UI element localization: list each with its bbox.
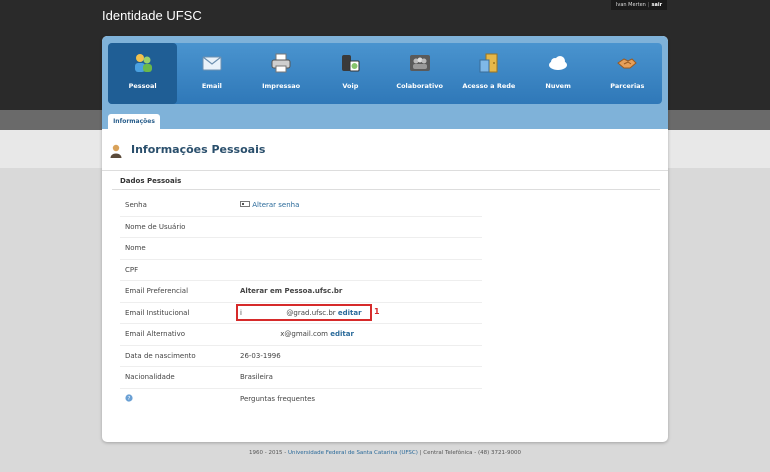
nav-item-colaborativo[interactable]: Colaborativo <box>385 43 454 104</box>
network-access-icon <box>477 51 501 75</box>
user-name: Ivan Merten <box>615 2 646 8</box>
help-icon: ? <box>125 394 133 404</box>
field-label: Email Preferencial <box>125 287 189 296</box>
highlight-box <box>236 304 372 321</box>
nav-item-acesso-a-rede[interactable]: Acesso a Rede <box>454 43 523 104</box>
nav-item-label: Voip <box>342 82 359 90</box>
nav-item-email[interactable]: Email <box>177 43 246 104</box>
field-value: Alterar senha <box>240 201 299 209</box>
group-icon <box>408 51 432 75</box>
handshake-icon <box>615 51 639 75</box>
nav-item-voip[interactable]: Voip <box>316 43 385 104</box>
nav-item-label: Nuvem <box>545 82 571 90</box>
row-faq: ? Perguntas frequentes <box>120 389 482 411</box>
svg-text:?: ? <box>128 396 131 402</box>
row-email-alternativo: Email Alternativo x@gmail.com editar <box>120 324 482 346</box>
footer: 1960 - 2015 - Universidade Federal de Sa… <box>0 450 770 456</box>
faq-link[interactable]: Perguntas frequentes <box>240 395 315 403</box>
row-nome: Nome <box>120 238 482 260</box>
person-icon <box>110 143 122 158</box>
nav-item-label: Impressao <box>262 82 301 90</box>
change-password-link[interactable]: Alterar senha <box>252 201 299 209</box>
ufsc-link[interactable]: Universidade Federal de Santa Catarina (… <box>288 450 418 456</box>
personal-data-list: Senha Alterar senha Nome de Usuário Nome… <box>120 195 482 410</box>
service-nav-inner: Pessoal Email Impressao Voip Colaborativ… <box>108 43 662 104</box>
field-label: Nacionalidade <box>125 373 175 382</box>
printer-icon <box>269 51 293 75</box>
section-title: Dados Pessoais <box>120 177 182 185</box>
field-label: ? <box>120 394 240 404</box>
cloud-icon <box>546 51 570 75</box>
section-divider <box>112 189 660 190</box>
field-value: x@gmail.com editar <box>240 330 354 338</box>
row-nome-de-usuario: Nome de Usuário <box>120 217 482 238</box>
page-header: Informações Pessoais <box>102 129 668 171</box>
key-icon <box>240 201 250 209</box>
voip-phone-icon <box>338 51 362 75</box>
user-box: Ivan Merten | sair <box>611 0 667 10</box>
row-nacionalidade: Nacionalidade Brasileira <box>120 367 482 389</box>
nav-item-parcerias[interactable]: Parcerias <box>593 43 662 104</box>
app-title: Identidade UFSC <box>102 8 202 23</box>
field-label: Senha <box>125 201 147 210</box>
nav-item-nuvem[interactable]: Nuvem <box>524 43 593 104</box>
field-label: Nome de Usuário <box>125 222 186 231</box>
annotation-marker: 1 <box>374 307 380 316</box>
field-label: Data de nascimento <box>125 351 196 360</box>
field-label: Nome <box>125 244 146 253</box>
field-label: CPF <box>125 265 139 274</box>
edit-alternative-email-link[interactable]: editar <box>330 330 354 338</box>
field-value: 26-03-1996 <box>240 351 281 360</box>
email-icon <box>200 51 224 75</box>
service-nav: Pessoal Email Impressao Voip Colaborativ… <box>102 36 668 129</box>
nav-item-label: Acesso a Rede <box>462 82 516 90</box>
page-title: Informações Pessoais <box>131 143 266 156</box>
person-icon <box>131 51 155 75</box>
nav-item-pessoal[interactable]: Pessoal <box>108 43 178 104</box>
nav-item-label: Colaborativo <box>396 82 443 90</box>
row-email-preferencial: Email Preferencial Alterar em Pessoa.ufs… <box>120 281 482 303</box>
footer-phone: | Central Telefônica - (48) 3721-9000 <box>417 450 521 456</box>
row-senha: Senha Alterar senha <box>120 195 482 217</box>
tab-informacoes[interactable]: Informações <box>108 114 160 129</box>
field-label: Email Institucional <box>125 308 190 317</box>
nav-item-label: Pessoal <box>128 82 157 90</box>
change-preferred-email-link[interactable]: Alterar em Pessoa.ufsc.br <box>240 287 342 295</box>
row-cpf: CPF <box>120 260 482 281</box>
footer-text: 1960 - 2015 - <box>249 450 288 456</box>
row-data-de-nascimento: Data de nascimento 26-03-1996 <box>120 346 482 367</box>
nav-item-impressao[interactable]: Impressao <box>247 43 316 104</box>
nav-item-label: Parcerias <box>610 82 645 90</box>
field-value: Brasileira <box>240 373 273 382</box>
main-card: Pessoal Email Impressao Voip Colaborativ… <box>102 36 668 442</box>
email-value: x@gmail.com <box>280 330 328 339</box>
field-label: Email Alternativo <box>125 330 186 339</box>
logout-link[interactable]: sair <box>652 2 663 8</box>
nav-item-label: Email <box>201 82 222 90</box>
